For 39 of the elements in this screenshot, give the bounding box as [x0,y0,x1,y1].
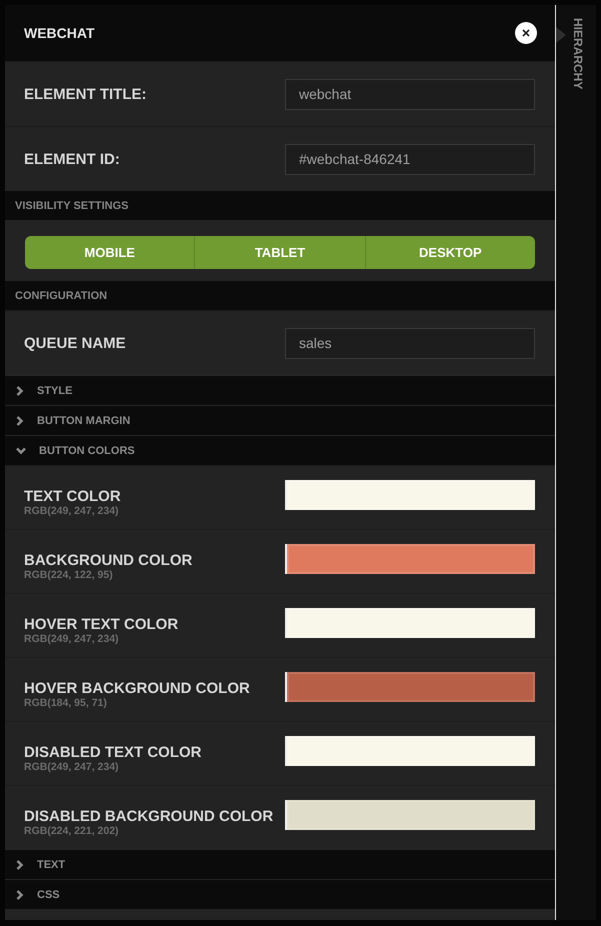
close-icon [522,29,530,37]
color-swatch[interactable] [285,544,535,574]
close-button[interactable] [515,22,537,44]
collapsible-header[interactable]: TEXT [5,849,555,879]
section-heading: CONFIGURATION [5,281,555,310]
color-swatch[interactable] [285,672,535,702]
field-label: ELEMENT ID: [24,150,120,168]
color-label: HOVER TEXT COLOR [24,616,178,633]
visibility-toggle[interactable]: TABLET [194,236,365,269]
field-label: ELEMENT TITLE: [24,86,146,102]
color-label: TEXT COLOR [24,488,121,505]
color-label: BACKGROUND COLOR [24,552,192,569]
color-swatch[interactable] [285,800,535,830]
triangle-icon [556,27,566,43]
color-label: DISABLED TEXT COLOR [24,744,202,761]
collapsible-header[interactable]: BUTTON MARGIN [5,405,555,435]
panel-title: WEBCHAT [24,25,95,41]
color-value: RGB(249, 247, 234) [24,633,119,646]
color-value: RGB(249, 247, 234) [24,761,119,774]
color-swatch[interactable] [285,736,535,766]
text-input[interactable]: webchat [285,78,535,110]
field-label: QUEUE NAME [24,334,126,352]
collapsible-header[interactable]: CSS [5,879,555,909]
text-input[interactable]: #webchat-846241 [285,144,535,174]
color-swatch[interactable] [285,608,535,638]
color-value: RGB(249, 247, 234) [24,505,119,518]
collapsible-header[interactable]: STYLE [5,375,555,405]
color-label: HOVER BACKGROUND COLOR [24,680,250,697]
text-input[interactable]: sales [285,328,535,358]
visibility-toggle[interactable]: MOBILE [25,236,194,269]
sidebar-tab[interactable]: HIERARCHY [571,18,585,90]
color-swatch[interactable] [285,480,535,510]
color-label: DISABLED BACKGROUND COLOR [24,808,274,825]
collapsible-header[interactable]: BUTTON COLORS [5,435,555,465]
color-value: RGB(184, 95, 71) [24,697,107,710]
visibility-toggle[interactable]: DESKTOP [364,236,535,269]
section-heading: VISIBILITY SETTINGS [5,191,555,220]
color-value: RGB(224, 221, 202) [24,825,119,838]
color-value: RGB(224, 122, 95) [24,569,113,582]
